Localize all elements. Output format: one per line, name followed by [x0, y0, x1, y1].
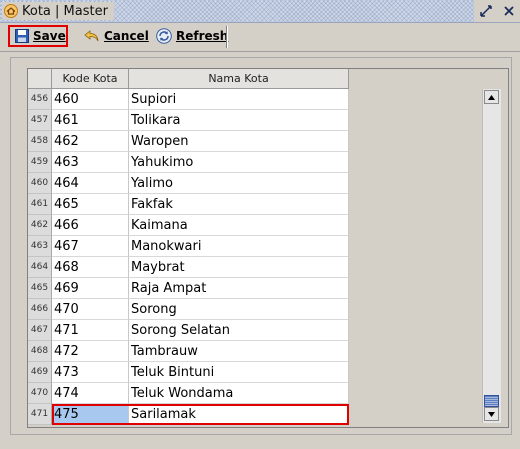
table-row[interactable]: 465 469 Raja Ampat	[28, 278, 349, 299]
cell-nama-kota[interactable]: Teluk Bintuni	[129, 362, 349, 383]
column-header-nama-kota[interactable]: Nama Kota	[129, 69, 349, 89]
row-number[interactable]: 468	[28, 341, 52, 362]
row-number[interactable]: 458	[28, 131, 52, 152]
table-row[interactable]: 469 473 Teluk Bintuni	[28, 362, 349, 383]
row-number[interactable]: 466	[28, 299, 52, 320]
window-title: Kota | Master	[22, 3, 108, 19]
refresh-icon	[156, 28, 172, 44]
vertical-scrollbar[interactable]	[482, 89, 501, 423]
row-number[interactable]: 467	[28, 320, 52, 341]
cell-kode-kota[interactable]: 460	[52, 89, 129, 110]
row-number[interactable]: 464	[28, 257, 52, 278]
scroll-down-button[interactable]	[484, 407, 499, 421]
restore-window-icon[interactable]	[478, 3, 494, 19]
cell-nama-kota[interactable]: Teluk Wondama	[129, 383, 349, 404]
cell-kode-kota[interactable]: 475	[52, 404, 129, 425]
cell-kode-kota[interactable]: 468	[52, 257, 129, 278]
row-number[interactable]: 462	[28, 215, 52, 236]
cell-kode-kota[interactable]: 467	[52, 236, 129, 257]
arrow-down-icon	[488, 411, 495, 417]
scroll-up-button[interactable]	[484, 90, 499, 104]
table-body: 456 460 Supiori 457 461 Tolikara 458 462 Waropen…	[28, 89, 349, 425]
table-row[interactable]: 462 466 Kaimana	[28, 215, 349, 236]
toolbar-separator	[226, 26, 228, 48]
home-icon	[4, 4, 18, 18]
cancel-label: Cancel	[104, 29, 149, 43]
row-number[interactable]: 470	[28, 383, 52, 404]
cell-nama-kota[interactable]: Yalimo	[129, 173, 349, 194]
save-label: Save	[33, 29, 66, 43]
cell-nama-kota[interactable]: Supiori	[129, 89, 349, 110]
cell-nama-kota[interactable]: Tambrauw	[129, 341, 349, 362]
cell-kode-kota[interactable]: 472	[52, 341, 129, 362]
cell-kode-kota[interactable]: 466	[52, 215, 129, 236]
cell-nama-kota[interactable]: Fakfak	[129, 194, 349, 215]
cell-nama-kota[interactable]: Waropen	[129, 131, 349, 152]
cell-kode-kota[interactable]: 474	[52, 383, 129, 404]
cell-kode-kota[interactable]: 471	[52, 320, 129, 341]
window-controls	[474, 0, 520, 22]
table-row[interactable]: 463 467 Manokwari	[28, 236, 349, 257]
table-row[interactable]: 457 461 Tolikara	[28, 110, 349, 131]
close-icon[interactable]	[501, 3, 517, 19]
cell-kode-kota[interactable]: 461	[52, 110, 129, 131]
table-row[interactable]: 471 475 Sarilamak	[28, 404, 349, 425]
cell-kode-kota[interactable]: 470	[52, 299, 129, 320]
row-number[interactable]: 471	[28, 404, 52, 425]
row-number[interactable]: 456	[28, 89, 52, 110]
cell-nama-kota[interactable]: Sorong Selatan	[129, 320, 349, 341]
table-row[interactable]: 464 468 Maybrat	[28, 257, 349, 278]
toolbar: Save Cancel Refresh	[0, 23, 520, 52]
table-row[interactable]: 461 465 Fakfak	[28, 194, 349, 215]
row-number[interactable]: 460	[28, 173, 52, 194]
table-row[interactable]: 468 472 Tambrauw	[28, 341, 349, 362]
cell-nama-kota[interactable]: Manokwari	[129, 236, 349, 257]
cell-nama-kota[interactable]: Kaimana	[129, 215, 349, 236]
row-number[interactable]: 463	[28, 236, 52, 257]
row-number[interactable]: 465	[28, 278, 52, 299]
cell-nama-kota[interactable]: Yahukimo	[129, 152, 349, 173]
cell-kode-kota[interactable]: 473	[52, 362, 129, 383]
cell-kode-kota[interactable]: 463	[52, 152, 129, 173]
data-table: Kode Kota Nama Kota 456 460 Supiori 457 461 T…	[27, 68, 509, 428]
floppy-disk-icon	[15, 29, 29, 43]
save-button[interactable]: Save	[8, 25, 68, 47]
refresh-label: Refresh	[176, 29, 229, 43]
table-row[interactable]: 470 474 Teluk Wondama	[28, 383, 349, 404]
cell-nama-kota[interactable]: Tolikara	[129, 110, 349, 131]
table-row[interactable]: 459 463 Yahukimo	[28, 152, 349, 173]
scrollbar-thumb[interactable]	[484, 395, 499, 407]
table-row[interactable]: 467 471 Sorong Selatan	[28, 320, 349, 341]
content-panel: Kode Kota Nama Kota 456 460 Supiori 457 461 T…	[10, 57, 512, 435]
cell-kode-kota[interactable]: 464	[52, 173, 129, 194]
table-row[interactable]: 460 464 Yalimo	[28, 173, 349, 194]
arrow-up-icon	[488, 94, 495, 100]
title-bar: Kota | Master	[0, 0, 520, 23]
table-row[interactable]: 456 460 Supiori	[28, 89, 349, 110]
row-number[interactable]: 461	[28, 194, 52, 215]
title-area: Kota | Master	[2, 2, 114, 20]
cell-nama-kota[interactable]: Sarilamak	[129, 404, 349, 425]
cancel-button[interactable]: Cancel	[84, 25, 149, 47]
cell-nama-kota[interactable]: Maybrat	[129, 257, 349, 278]
row-number[interactable]: 459	[28, 152, 52, 173]
column-header-kode-kota[interactable]: Kode Kota	[52, 69, 129, 89]
row-number[interactable]: 457	[28, 110, 52, 131]
undo-arrow-icon	[84, 30, 99, 42]
cell-nama-kota[interactable]: Sorong	[129, 299, 349, 320]
refresh-button[interactable]: Refresh	[156, 25, 228, 47]
table-row[interactable]: 458 462 Waropen	[28, 131, 349, 152]
cell-kode-kota[interactable]: 465	[52, 194, 129, 215]
cell-kode-kota[interactable]: 462	[52, 131, 129, 152]
table-row[interactable]: 466 470 Sorong	[28, 299, 349, 320]
cell-nama-kota[interactable]: Raja Ampat	[129, 278, 349, 299]
row-number-header	[28, 69, 52, 89]
cell-kode-kota[interactable]: 469	[52, 278, 129, 299]
row-number[interactable]: 469	[28, 362, 52, 383]
